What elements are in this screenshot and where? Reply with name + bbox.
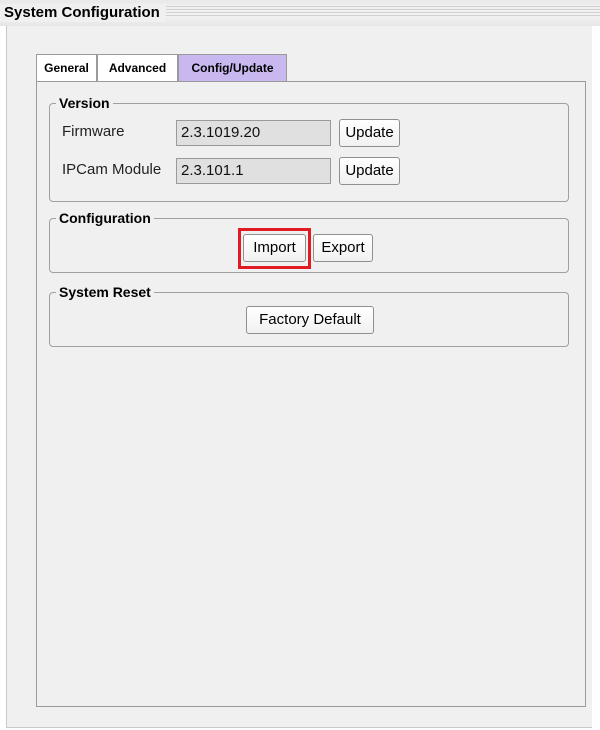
- system-reset-group: System Reset Factory Default: [49, 283, 569, 347]
- export-button[interactable]: Export: [313, 234, 373, 262]
- import-highlight-box: [238, 228, 311, 269]
- ipcam-update-button[interactable]: Update: [339, 157, 400, 185]
- version-legend: Version: [56, 94, 113, 112]
- system-reset-legend: System Reset: [56, 283, 154, 301]
- configuration-group: Configuration Import Export: [49, 209, 569, 273]
- factory-default-button[interactable]: Factory Default: [246, 306, 374, 334]
- title-bar: System Configuration: [0, 0, 600, 26]
- window-title: System Configuration: [0, 4, 166, 22]
- version-group: Version Firmware 2.3.1019.20 Update IPCa…: [49, 94, 569, 202]
- tab-advanced[interactable]: Advanced: [97, 54, 178, 81]
- ipcam-version-field: 2.3.101.1: [176, 158, 331, 184]
- configuration-legend: Configuration: [56, 209, 154, 227]
- tab-panel-config-update: Version Firmware 2.3.1019.20 Update IPCa…: [36, 81, 586, 707]
- tab-config-update[interactable]: Config/Update: [178, 54, 287, 81]
- firmware-update-button[interactable]: Update: [339, 119, 400, 147]
- ipcam-module-label: IPCam Module: [62, 161, 162, 178]
- firmware-label: Firmware: [62, 123, 125, 140]
- firmware-version-field: 2.3.1019.20: [176, 120, 331, 146]
- tab-general[interactable]: General: [36, 54, 97, 81]
